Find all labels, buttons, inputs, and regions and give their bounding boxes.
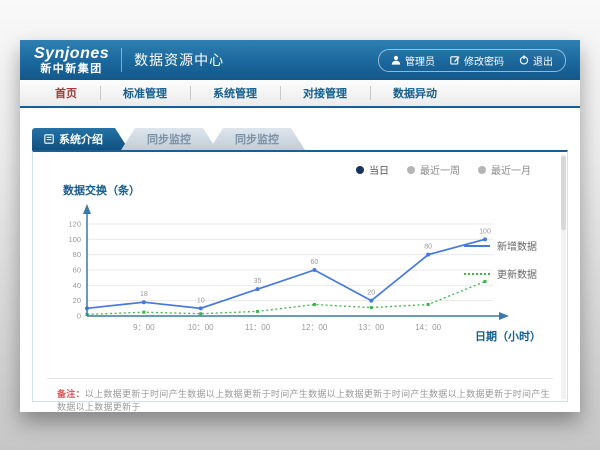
svg-text:10: 10 [197, 297, 205, 304]
radio-last-month-label: 最近一月 [491, 162, 531, 177]
radio-today-label: 当日 [369, 162, 389, 177]
svg-text:18: 18 [140, 291, 148, 298]
tab-sync-monitor-1[interactable]: 同步监控 [121, 128, 217, 150]
svg-text:0: 0 [77, 312, 81, 321]
radio-last-week[interactable]: 最近一周 [407, 162, 460, 177]
svg-text:20: 20 [367, 290, 375, 297]
svg-text:12：00: 12：00 [302, 323, 328, 332]
svg-text:14：00: 14：00 [415, 323, 441, 332]
radio-dot [356, 166, 364, 174]
tab-bar: 系统介绍 同步监控 同步监控 [32, 128, 580, 150]
radio-dot [478, 166, 486, 174]
svg-text:60: 60 [73, 266, 81, 275]
app-header: Synjones 新中新集团 数据资源中心 管理员 修改密码 [20, 40, 580, 80]
header-divider [121, 48, 122, 72]
blue-line-swatch [464, 245, 490, 247]
admin-user-button[interactable]: 管理员 [391, 53, 435, 68]
scrollbar-thumb[interactable] [561, 156, 566, 230]
logout-label: 退出 [533, 53, 553, 68]
legend-updated-data-label: 更新数据 [497, 266, 537, 281]
nav-integration-label: 对接管理 [303, 85, 347, 101]
nav-item-integration[interactable]: 对接管理 [280, 80, 370, 106]
svg-text:80: 80 [73, 250, 81, 259]
svg-text:20: 20 [73, 296, 81, 305]
nav-item-system[interactable]: 系统管理 [190, 80, 280, 106]
chart-area: 0 20 40 60 80 100 120 9：00 10：00 11：00 12：00 13：00 1… [47, 198, 517, 366]
logo: Synjones 新中新集团 [34, 46, 109, 75]
nav-data-changes-label: 数据异动 [393, 85, 437, 101]
svg-text:11：00: 11：00 [245, 323, 271, 332]
green-dotted-swatch [464, 273, 490, 275]
desktop-background: Synjones 新中新集团 数据资源中心 管理员 修改密码 [0, 0, 600, 450]
nav-item-standards[interactable]: 标准管理 [100, 80, 190, 106]
svg-text:40: 40 [73, 281, 81, 290]
nav-standards-label: 标准管理 [123, 85, 167, 101]
logout-button[interactable]: 退出 [519, 53, 553, 68]
note-divider [47, 378, 553, 379]
edit-icon [450, 55, 460, 65]
range-filter-group: 当日 最近一周 最近一月 [356, 162, 531, 177]
document-icon [44, 134, 54, 144]
svg-text:35: 35 [254, 278, 262, 285]
nav-home-label: 首页 [55, 85, 77, 101]
tab-sync-monitor-1-label: 同步监控 [147, 131, 191, 147]
x-axis-title: 日期（小时） [475, 328, 541, 344]
app-window: Synjones 新中新集团 数据资源中心 管理员 修改密码 [20, 40, 580, 412]
legend-new-data-label: 新增数据 [497, 238, 537, 253]
main-nav: 首页 标准管理 系统管理 对接管理 数据异动 [20, 80, 580, 108]
power-icon [519, 55, 529, 65]
legend-item-updated-data: 更新数据 [464, 266, 537, 281]
footnote: 备注：以上数据更新于时间产生数据以上数据更新于时间产生数据以上数据更新于时间产生… [57, 387, 551, 413]
svg-text:9：00: 9：00 [133, 323, 155, 332]
change-password-button[interactable]: 修改密码 [450, 53, 504, 68]
svg-text:100: 100 [479, 228, 491, 235]
svg-text:13：00: 13：00 [358, 323, 384, 332]
tab-sync-monitor-2[interactable]: 同步监控 [209, 128, 305, 150]
chart-panel: 当日 最近一周 最近一月 数据交换（条） 0 20 40 60 80 100 120 9：00… [32, 150, 568, 402]
y-axis-title: 数据交换（条） [63, 182, 140, 198]
line-chart: 0 20 40 60 80 100 120 9：00 10：00 11：00 12：00 13：00 1… [47, 198, 517, 366]
svg-text:10：00: 10：00 [188, 323, 214, 332]
radio-last-month[interactable]: 最近一月 [478, 162, 531, 177]
panel-scrollbar[interactable] [561, 154, 566, 399]
nav-item-home[interactable]: 首页 [32, 80, 100, 106]
svg-text:80: 80 [424, 244, 432, 251]
user-icon [391, 55, 401, 65]
user-actions-group: 管理员 修改密码 退出 [378, 49, 566, 72]
admin-user-label: 管理员 [405, 53, 435, 68]
legend-item-new-data: 新增数据 [464, 238, 537, 253]
chart-legend: 新增数据 更新数据 [464, 238, 537, 281]
tab-system-intro[interactable]: 系统介绍 [32, 128, 129, 150]
app-title: 数据资源中心 [134, 50, 224, 70]
svg-text:120: 120 [68, 220, 81, 229]
footnote-text: 以上数据更新于时间产生数据以上数据更新于时间产生数据以上数据更新于时间产生数据以… [57, 389, 550, 412]
radio-dot [407, 166, 415, 174]
tab-system-intro-label: 系统介绍 [59, 131, 103, 147]
logo-text: Synjones [34, 46, 109, 62]
logo-subtext: 新中新集团 [40, 64, 103, 75]
svg-text:60: 60 [311, 259, 319, 266]
tab-sync-monitor-2-label: 同步监控 [235, 131, 279, 147]
change-password-label: 修改密码 [464, 53, 504, 68]
nav-item-data-changes[interactable]: 数据异动 [370, 80, 460, 106]
radio-today[interactable]: 当日 [356, 162, 389, 177]
svg-text:100: 100 [68, 235, 81, 244]
radio-last-week-label: 最近一周 [420, 162, 460, 177]
nav-system-label: 系统管理 [213, 85, 257, 101]
footnote-prefix: 备注： [57, 389, 85, 399]
